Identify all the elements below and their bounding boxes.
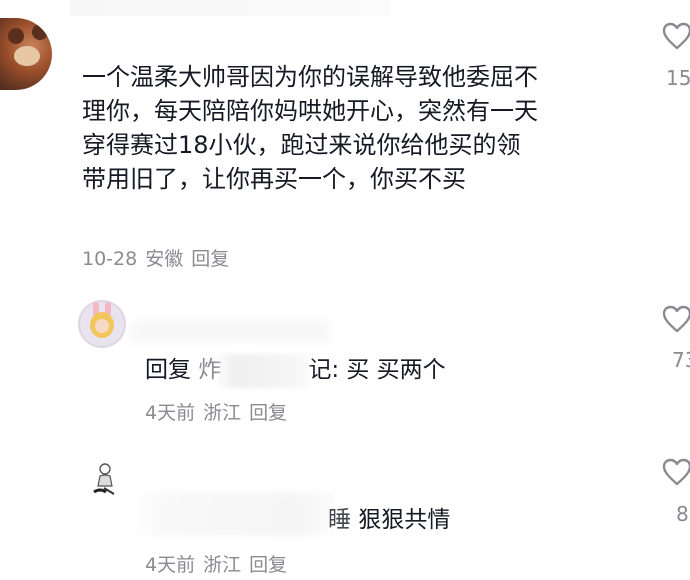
reply-time: 4天前 — [145, 402, 196, 424]
top-blur-strip — [70, 0, 390, 16]
reply-location: 浙江 — [203, 554, 242, 576]
like-button[interactable] — [662, 458, 690, 486]
reply-location: 浙江 — [203, 402, 242, 424]
avatar-ear — [32, 24, 48, 40]
reply-text: 睡 狠狠共情 — [328, 500, 450, 534]
avatar[interactable] — [80, 456, 128, 504]
heart-outline-icon — [662, 458, 690, 486]
comment-line: 穿得赛过18小伙，跑过来说你给他买的领 — [82, 131, 521, 159]
reply-fragment: 睡 — [328, 507, 351, 533]
like-count: 73 — [672, 348, 690, 372]
name-blur — [217, 353, 313, 388]
comment-line: 理你，每天陪陪你妈哄她开心，突然有一天 — [82, 97, 538, 125]
avatar-face — [14, 46, 40, 66]
like-count: 15 — [666, 66, 690, 90]
comment-line: 带用旧了，让你再买一个，你买不买 — [82, 165, 466, 193]
comment-location: 安徽 — [145, 248, 184, 270]
reply-button[interactable]: 回复 — [249, 402, 287, 424]
like-count: 8 — [676, 502, 689, 526]
reply-blur — [130, 492, 335, 536]
like-button[interactable] — [662, 305, 690, 333]
comment-line: 一个温柔大帅哥因为你的误解导致他委屈不 — [82, 63, 538, 91]
heart-outline-icon — [662, 22, 690, 50]
reply-time: 4天前 — [145, 554, 196, 576]
reply-meta: 4天前 浙江 回复 — [145, 398, 295, 425]
avatar-face — [95, 319, 109, 333]
reply-content: : 买 买两个 — [331, 357, 446, 383]
avatar-ear — [8, 28, 24, 44]
reply-prefix: 回复 — [145, 357, 191, 383]
avatar[interactable] — [0, 18, 52, 90]
comment-date: 10-28 — [82, 248, 138, 270]
reply-button[interactable]: 回复 — [249, 554, 287, 576]
comment-meta: 10-28 安徽 回复 — [82, 244, 237, 271]
comment-text: 一个温柔大帅哥因为你的误解导致他委屈不 理你，每天陪陪你妈哄她开心，突然有一天 … — [82, 60, 642, 196]
avatar-sketch — [93, 463, 115, 495]
reply-text: 回复 炸记: 买 买两个 — [145, 350, 446, 388]
reply-content: 狠狠共情 — [358, 507, 451, 533]
heart-outline-icon — [662, 305, 690, 333]
like-button[interactable] — [662, 22, 690, 50]
name-blur — [130, 320, 330, 342]
avatar[interactable] — [78, 300, 126, 348]
reply-button[interactable]: 回复 — [191, 248, 229, 270]
reply-meta: 4天前 浙江 回复 — [145, 550, 295, 577]
